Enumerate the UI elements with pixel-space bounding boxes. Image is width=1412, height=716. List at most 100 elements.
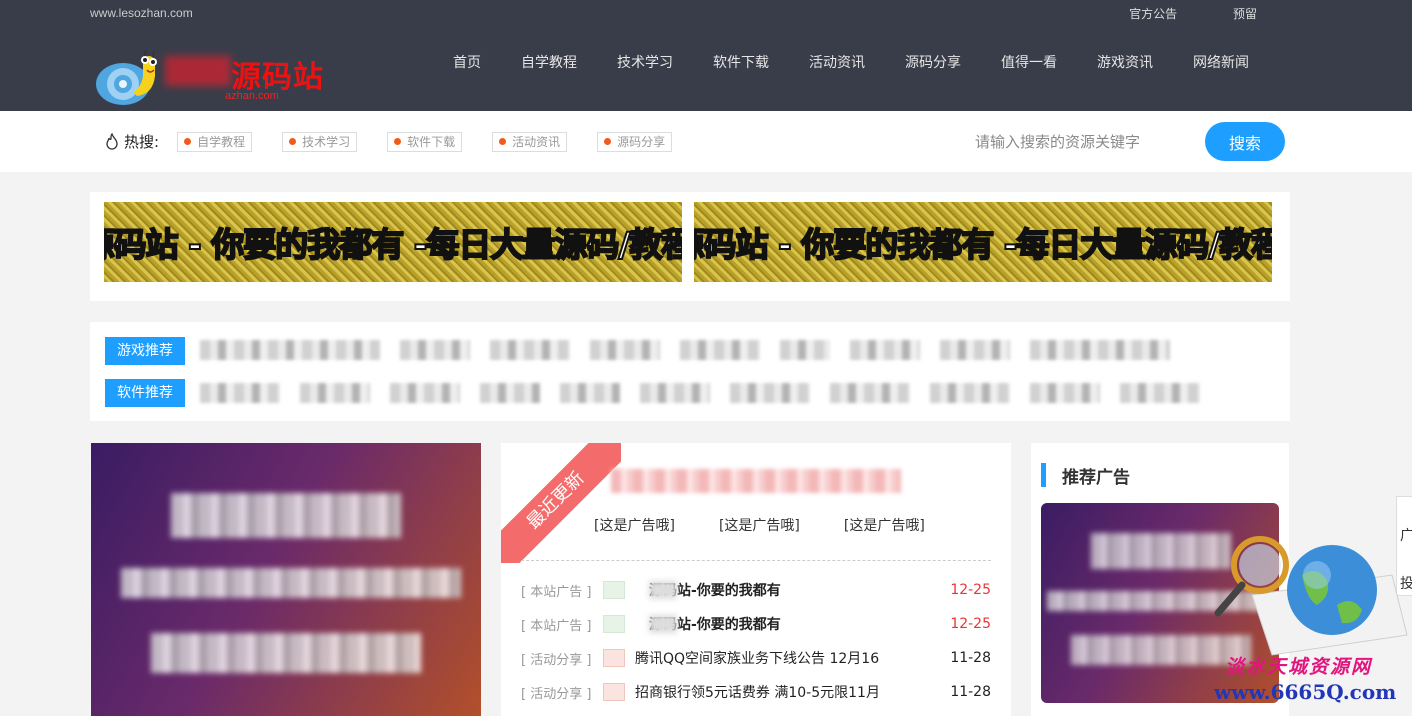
news-item[interactable]: [ 本站广告 ] 源码站-你要的我都有 12-25 (521, 607, 991, 641)
latest-updates: 最近更新 [这是广告哦] [这是广告哦] [这是广告哦] [ 本站广告 ] 源码… (501, 443, 1011, 716)
blurred-link[interactable] (480, 383, 540, 403)
logo-blurred-part (165, 56, 231, 86)
blurred-text (649, 581, 677, 599)
blurred-link[interactable] (780, 340, 830, 360)
dot-icon (394, 138, 402, 145)
search-input[interactable] (975, 125, 1195, 159)
top-bar: www.lesozhan.com 官方公告 预留 (0, 0, 1412, 30)
text-ad-link[interactable]: [这是广告哦] (594, 515, 675, 535)
banner-area: 乐搜源码站 - 你要的我都有 -每日大量源码/教程/活动 乐搜源码站 - 你要的… (90, 192, 1290, 301)
blurred-text (649, 615, 677, 633)
thumbnail-icon (603, 649, 625, 667)
news-item[interactable]: [ 本站广告 ] 源码站-你要的我都有 12-25 (521, 573, 991, 607)
text-ad-link[interactable]: [这是广告哦] (844, 515, 925, 535)
thumbnail-icon (603, 581, 625, 599)
news-category[interactable]: [ 活动分享 ] (521, 649, 603, 668)
hot-tag-label: 源码分享 (617, 135, 666, 149)
watermark-url: www.6665Q.com (1214, 680, 1397, 704)
blurred-link[interactable] (850, 340, 920, 360)
official-notice-link[interactable]: 官方公告 (1129, 7, 1177, 21)
dot-icon (184, 138, 192, 145)
blurred-link[interactable] (200, 383, 280, 403)
game-recommend-label[interactable]: 游戏推荐 (105, 337, 185, 365)
nav-tutorials[interactable]: 自学教程 (521, 52, 577, 72)
nav-home[interactable]: 首页 (453, 52, 481, 72)
blurred-link[interactable] (1030, 340, 1170, 360)
nav-tech[interactable]: 技术学习 (617, 52, 673, 72)
text-ad-link[interactable]: [这是广告哦] (719, 515, 800, 535)
blurred-link[interactable] (930, 383, 1010, 403)
news-category[interactable]: [ 活动分享 ] (521, 683, 603, 702)
hot-tag[interactable]: 技术学习 (282, 131, 358, 152)
blurred-text (151, 633, 421, 673)
fire-icon (106, 132, 118, 150)
blurred-link[interactable] (200, 340, 380, 360)
dot-icon (604, 138, 612, 145)
heading-accent-bar (1041, 463, 1046, 487)
search-button[interactable]: 搜索 (1205, 122, 1285, 161)
hot-tag[interactable]: 自学教程 (177, 131, 253, 152)
thumbnail-icon (603, 615, 625, 633)
blurred-link[interactable] (1120, 383, 1200, 403)
news-title[interactable]: 腾讯QQ空间家族业务下线公告 12月16 (635, 648, 950, 668)
hot-tag[interactable]: 源码分享 (597, 131, 673, 152)
news-date: 11-28 (950, 650, 991, 666)
snail-logo-icon (96, 49, 157, 105)
blurred-text (1091, 533, 1231, 569)
thumbnail-icon (603, 683, 625, 701)
ribbon: 最近更新 (501, 443, 621, 563)
hot-tag[interactable]: 软件下载 (387, 131, 463, 152)
nav-games[interactable]: 游戏资讯 (1097, 52, 1153, 72)
search-bar: 热搜: 自学教程 技术学习 软件下载 活动资讯 源码分享 搜索 (0, 111, 1412, 172)
main-nav: 首页 自学教程 技术学习 软件下载 活动资讯 源码分享 值得一看 游戏资讯 网络… (453, 52, 1289, 72)
blurred-link[interactable] (680, 340, 760, 360)
hot-tag-label: 技术学习 (302, 135, 351, 149)
news-title[interactable]: 源码站-你要的我都有 (635, 614, 950, 634)
recommended-ads-heading: 推荐广告 (1062, 468, 1130, 488)
news-date: 12-25 (950, 616, 991, 632)
blurred-link[interactable] (400, 340, 470, 360)
blurred-link[interactable] (1030, 383, 1100, 403)
news-category[interactable]: [ 本站广告 ] (521, 581, 603, 600)
software-recommend-label[interactable]: 软件推荐 (105, 379, 185, 407)
latest-ribbon: 最近更新 (501, 443, 621, 563)
news-item[interactable]: [ 活动分享 ] 腾讯QQ空间家族业务下线公告 12月16 11-28 (521, 641, 991, 675)
blurred-link[interactable] (490, 340, 570, 360)
news-list: [ 本站广告 ] 源码站-你要的我都有 12-25 [ 本站广告 ] 源码站-你… (521, 573, 991, 709)
hot-tag-label: 自学教程 (197, 135, 246, 149)
banner-ad[interactable]: 乐搜源码站 - 你要的我都有 -每日大量源码/教程/活动 (694, 202, 1272, 282)
divider (521, 560, 991, 561)
hot-tag-label: 活动资讯 (512, 135, 561, 149)
blurred-link[interactable] (640, 383, 710, 403)
hot-tag[interactable]: 活动资讯 (492, 131, 568, 152)
blurred-text (171, 493, 401, 538)
nav-activities[interactable]: 活动资讯 (809, 52, 865, 72)
banner-text: 乐搜源码站 - 你要的我都有 -每日大量源码/教程/活动 (104, 224, 682, 265)
banner-ad[interactable]: 乐搜源码站 - 你要的我都有 -每日大量源码/教程/活动 (104, 202, 682, 282)
blurred-text (121, 568, 461, 598)
hot-search: 热搜: 自学教程 技术学习 软件下载 活动资讯 源码分享 (104, 131, 702, 152)
news-category[interactable]: [ 本站广告 ] (521, 615, 603, 634)
blurred-link[interactable] (830, 383, 910, 403)
site-logo[interactable]: 源码站 azhan.com (93, 44, 343, 106)
blurred-link[interactable] (590, 340, 660, 360)
blurred-link[interactable] (730, 383, 810, 403)
nav-source[interactable]: 源码分享 (905, 52, 961, 72)
nav-news[interactable]: 网络新闻 (1193, 52, 1249, 72)
banner-text: 乐搜源码站 - 你要的我都有 -每日大量源码/教程/活动 (694, 224, 1272, 265)
blurred-headline[interactable] (611, 469, 901, 493)
blurred-link[interactable] (390, 383, 460, 403)
news-item[interactable]: [ 活动分享 ] 招商银行领5元话费券 满10-5元限11月 11-28 (521, 675, 991, 709)
blurred-link[interactable] (300, 383, 370, 403)
reserved-link[interactable]: 预留 (1233, 7, 1257, 21)
featured-ad-image[interactable] (91, 443, 481, 716)
top-links: 官方公告 预留 (1077, 5, 1257, 22)
news-title[interactable]: 招商银行领5元话费券 满10-5元限11月 (635, 682, 950, 702)
nav-worth[interactable]: 值得一看 (1001, 52, 1057, 72)
dot-icon (499, 138, 507, 145)
blurred-link[interactable] (560, 383, 620, 403)
nav-software[interactable]: 软件下载 (713, 52, 769, 72)
blurred-link[interactable] (940, 340, 1010, 360)
site-domain[interactable]: www.lesozhan.com (90, 6, 193, 20)
news-title[interactable]: 源码站-你要的我都有 (635, 580, 950, 600)
